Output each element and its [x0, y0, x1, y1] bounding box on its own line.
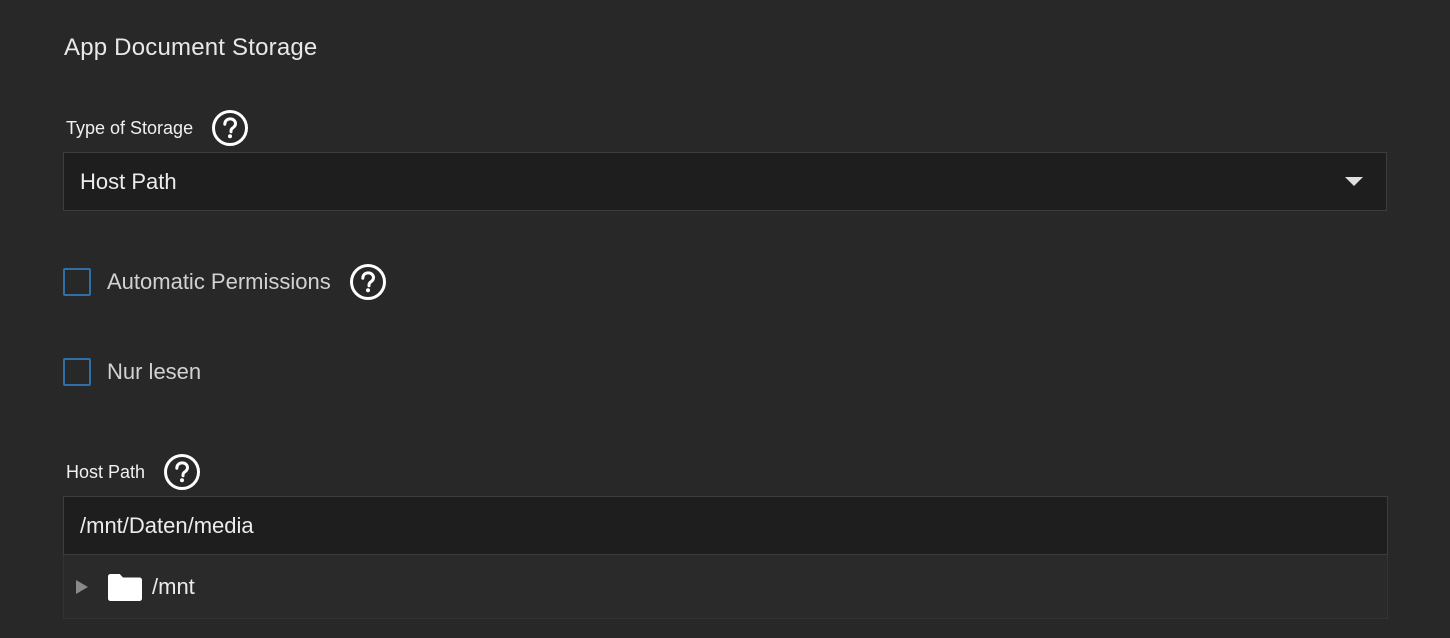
expand-arrow-icon[interactable]: [76, 580, 88, 594]
storage-type-label: Type of Storage: [66, 117, 194, 138]
chevron-down-icon: [1345, 177, 1363, 186]
help-circle-icon[interactable]: [349, 263, 387, 301]
file-tree: /mnt: [63, 555, 1388, 619]
read-only-row: Nur lesen: [63, 358, 201, 386]
app-document-storage-form: App Document Storage Type of Storage Hos…: [0, 0, 1450, 638]
automatic-permissions-label[interactable]: Automatic Permissions: [107, 269, 331, 295]
section-title: App Document Storage: [64, 34, 318, 61]
host-path-input[interactable]: [64, 511, 1387, 540]
help-circle-icon[interactable]: [163, 453, 201, 491]
tree-node-mnt[interactable]: /mnt: [64, 555, 1387, 619]
read-only-checkbox[interactable]: [63, 358, 91, 386]
tree-node-label: /mnt: [152, 574, 195, 599]
folder-icon: [106, 572, 144, 602]
help-circle-icon[interactable]: [211, 109, 249, 147]
automatic-permissions-checkbox[interactable]: [63, 268, 91, 296]
read-only-label[interactable]: Nur lesen: [107, 359, 201, 385]
host-path-label: Host Path: [66, 461, 146, 482]
storage-type-select[interactable]: Host Path: [63, 152, 1387, 211]
storage-type-label-row: Type of Storage: [66, 109, 249, 147]
host-path-label-row: Host Path: [66, 453, 201, 491]
storage-type-selected-value: Host Path: [80, 168, 177, 194]
automatic-permissions-row: Automatic Permissions: [63, 263, 387, 301]
host-path-input-container: [63, 496, 1388, 555]
